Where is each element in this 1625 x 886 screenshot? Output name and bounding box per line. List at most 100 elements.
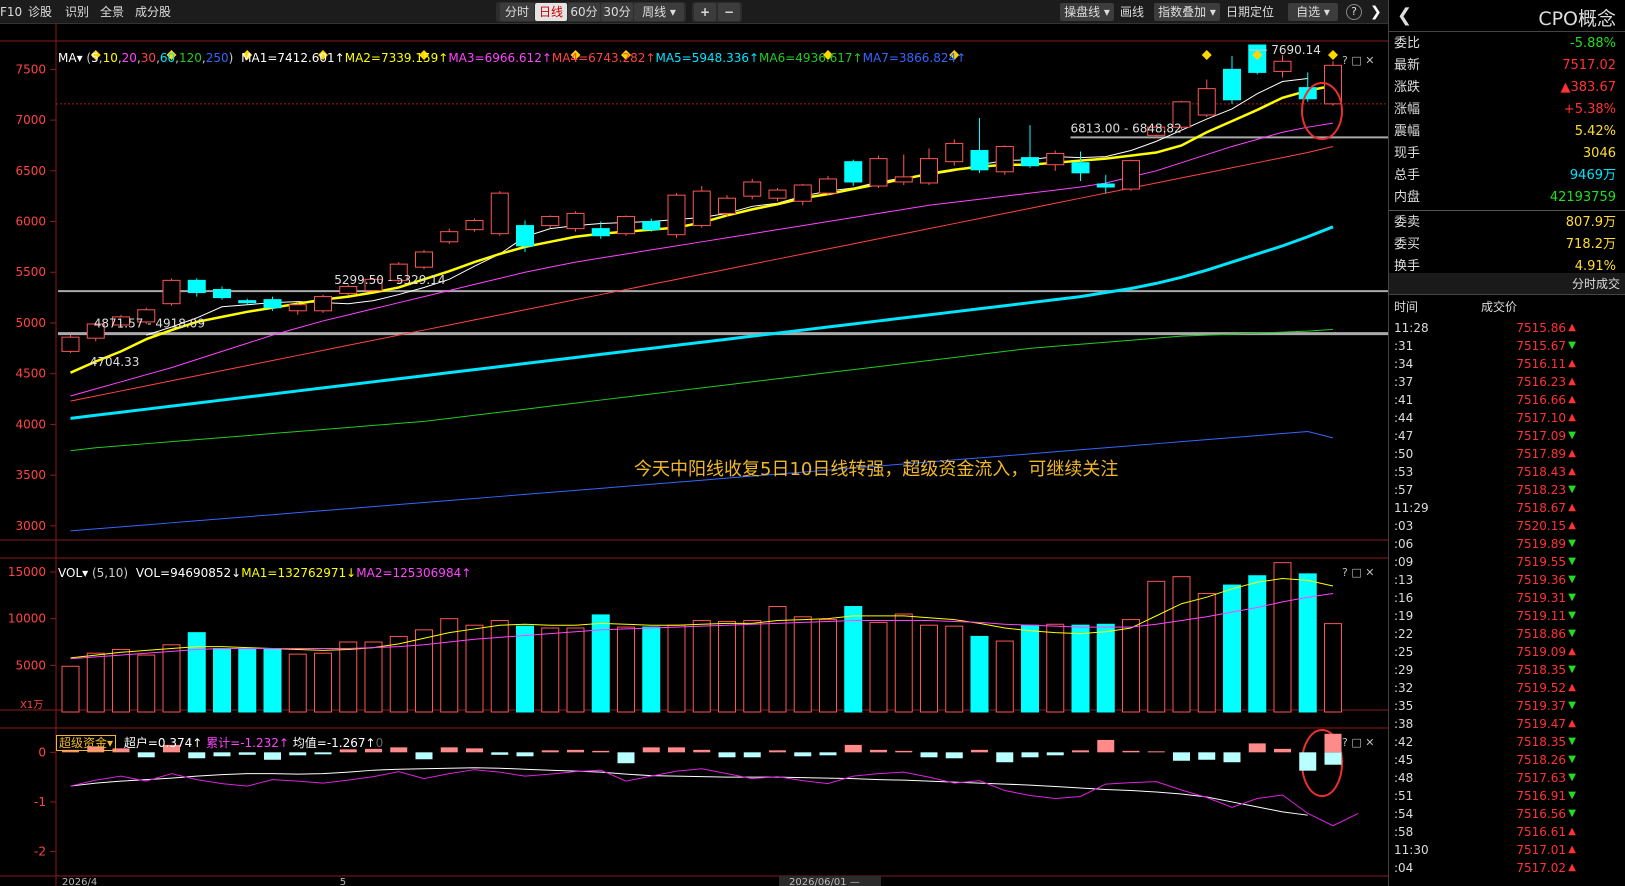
ma-info-bar: MA▾ (5,10,20,30,60,120,250) MA1=7412.601… <box>58 51 967 65</box>
tab-30min[interactable]: 30分 <box>601 3 633 21</box>
capital-tick-label: -1 <box>34 795 46 809</box>
watchlist-dropdown[interactable]: 自选 ▾ <box>1288 3 1338 21</box>
volume-bar <box>1122 619 1140 713</box>
collapse-icon[interactable]: ❯ <box>1370 3 1382 21</box>
capital-bar <box>1198 752 1216 760</box>
diagnose-button[interactable]: 诊股 <box>28 3 52 21</box>
analysis-comment: 今天中阳线收复5日10日线转强，超级资金流入，可继续关注 <box>634 459 1119 480</box>
volume-bar <box>1046 623 1065 713</box>
quote-value: 7517.02 <box>1562 58 1616 73</box>
trade-line-dropdown[interactable]: 操盘线 ▾ <box>1060 3 1114 21</box>
ticks-list[interactable]: 11:28 7515.86 ▲:31 7515.67 ▼:34 7516.11 ▲:37 75… <box>1389 319 1625 877</box>
tick-down-icon: ▼ <box>1568 772 1576 783</box>
volume-bar <box>415 629 433 713</box>
zoom-in-button[interactable]: + <box>694 3 716 21</box>
tick-down-icon: ▼ <box>1568 610 1576 621</box>
tick-up-icon: ▲ <box>1568 646 1576 657</box>
volume-bar <box>768 606 787 713</box>
col-time: 时间 <box>1394 300 1419 314</box>
capital-bar <box>516 752 534 757</box>
tick-time: :48 <box>1394 771 1414 785</box>
tab-daily[interactable]: 日线 <box>535 3 567 21</box>
vol-selector[interactable]: VOL▾ <box>58 566 88 580</box>
capital-bar <box>1147 751 1165 753</box>
tick-price: 7518.23 <box>1516 483 1566 497</box>
ma-line-ma7 <box>70 431 1334 532</box>
candle <box>213 288 231 299</box>
volume-bar <box>1197 592 1216 713</box>
capital-selector[interactable]: 超级资金▾ <box>56 735 117 751</box>
volume-panel-controls[interactable]: ? □ ✕ <box>1342 566 1374 579</box>
index-overlay-dropdown[interactable]: 指数叠加 ▾ <box>1154 3 1220 21</box>
ticks-title[interactable]: 分时成交 <box>1389 273 1625 295</box>
quote-row: 总手 9469万 <box>1389 165 1625 187</box>
volume-bar <box>112 648 130 713</box>
signal-diamond-icon <box>1201 50 1212 60</box>
capital-bar <box>844 744 862 753</box>
quote-label: 委卖 <box>1394 215 1421 230</box>
quote-value: 5.42% <box>1574 124 1616 139</box>
quote-row: 震幅 5.42% <box>1389 121 1625 143</box>
quote-row: 现手 3046 <box>1389 143 1625 165</box>
tick-price: 7519.09 <box>1516 645 1566 659</box>
tick-row: :44 7517.10 ▲ <box>1389 409 1625 427</box>
identify-button[interactable]: 识别 <box>65 3 89 21</box>
tick-time: 11:30 <box>1394 843 1429 857</box>
ma-param-5: 5 <box>91 51 99 65</box>
tick-price: 7516.56 <box>1516 807 1566 821</box>
zoom-out-button[interactable]: − <box>718 3 740 21</box>
vol-ma2-value: MA2=125306984↑ <box>356 566 472 580</box>
capital-bar <box>668 747 685 753</box>
volume-bar <box>1273 562 1292 713</box>
date-locate-button[interactable]: 日期定位 <box>1226 3 1274 21</box>
tick-time: :37 <box>1394 375 1414 389</box>
candle <box>1071 162 1090 174</box>
tick-down-icon: ▼ <box>1568 556 1576 567</box>
f10-button[interactable]: F10 <box>0 3 22 21</box>
volume-bar <box>718 620 736 713</box>
components-button[interactable]: 成分股 <box>135 3 171 21</box>
volume-bar <box>1021 624 1039 713</box>
main-panel-controls[interactable]: ? □ ✕ <box>1342 54 1374 67</box>
tab-60min[interactable]: 60分 <box>568 3 600 21</box>
tick-time: :31 <box>1394 339 1414 353</box>
overview-button[interactable]: 全景 <box>100 3 124 21</box>
ticks-header: 时间 成交价 <box>1389 296 1625 318</box>
draw-line-button[interactable]: 画线 <box>1120 3 1144 21</box>
candle <box>516 225 534 247</box>
volume-bar <box>389 635 408 713</box>
tick-up-icon: ▲ <box>1568 862 1576 873</box>
tick-price: 7518.86 <box>1516 627 1566 641</box>
candle <box>920 158 938 184</box>
tab-weekly[interactable]: 周线 ▾ <box>634 3 684 21</box>
ma-param-60: 60 <box>159 51 176 65</box>
price-annotation: 4704.33 <box>90 355 140 369</box>
quote-value: 718.2万 <box>1565 237 1616 252</box>
tick-row: :38 7519.47 ▲ <box>1389 715 1625 733</box>
candle <box>945 142 964 163</box>
chart-area[interactable]: 3000 3500 4000 4500 5000 5500 6000 6500 7000 7500… <box>0 24 1388 886</box>
capital-panel-controls[interactable]: ? □ ✕ <box>1342 736 1374 749</box>
tick-row: :41 7516.66 ▲ <box>1389 391 1625 409</box>
tick-time: :32 <box>1394 681 1414 695</box>
tick-down-icon: ▼ <box>1568 664 1576 675</box>
tick-price: 7519.37 <box>1516 699 1566 713</box>
quote-label: 委买 <box>1394 237 1421 252</box>
capital-bar <box>466 748 483 753</box>
volume-bar <box>844 606 863 713</box>
tick-price: 7518.35 <box>1516 735 1566 749</box>
x-axis-label: 5 <box>340 877 346 886</box>
price-tick-label: 7500 <box>15 62 46 76</box>
tick-up-icon: ▲ <box>1568 502 1576 513</box>
tab-intraday[interactable]: 分时 <box>500 3 534 21</box>
capital-bar <box>213 752 231 757</box>
back-icon[interactable]: ❮ <box>1397 5 1412 26</box>
tick-down-icon: ▼ <box>1568 700 1576 711</box>
volume-bar <box>314 652 332 713</box>
capital-tick-label: -2 <box>34 845 46 859</box>
ma-selector[interactable]: MA▾ <box>58 51 83 65</box>
help-icon[interactable]: ? <box>1346 4 1362 20</box>
volume-bar <box>187 632 206 713</box>
volume-tick-label: 10000 <box>8 612 46 626</box>
candle <box>642 221 661 231</box>
